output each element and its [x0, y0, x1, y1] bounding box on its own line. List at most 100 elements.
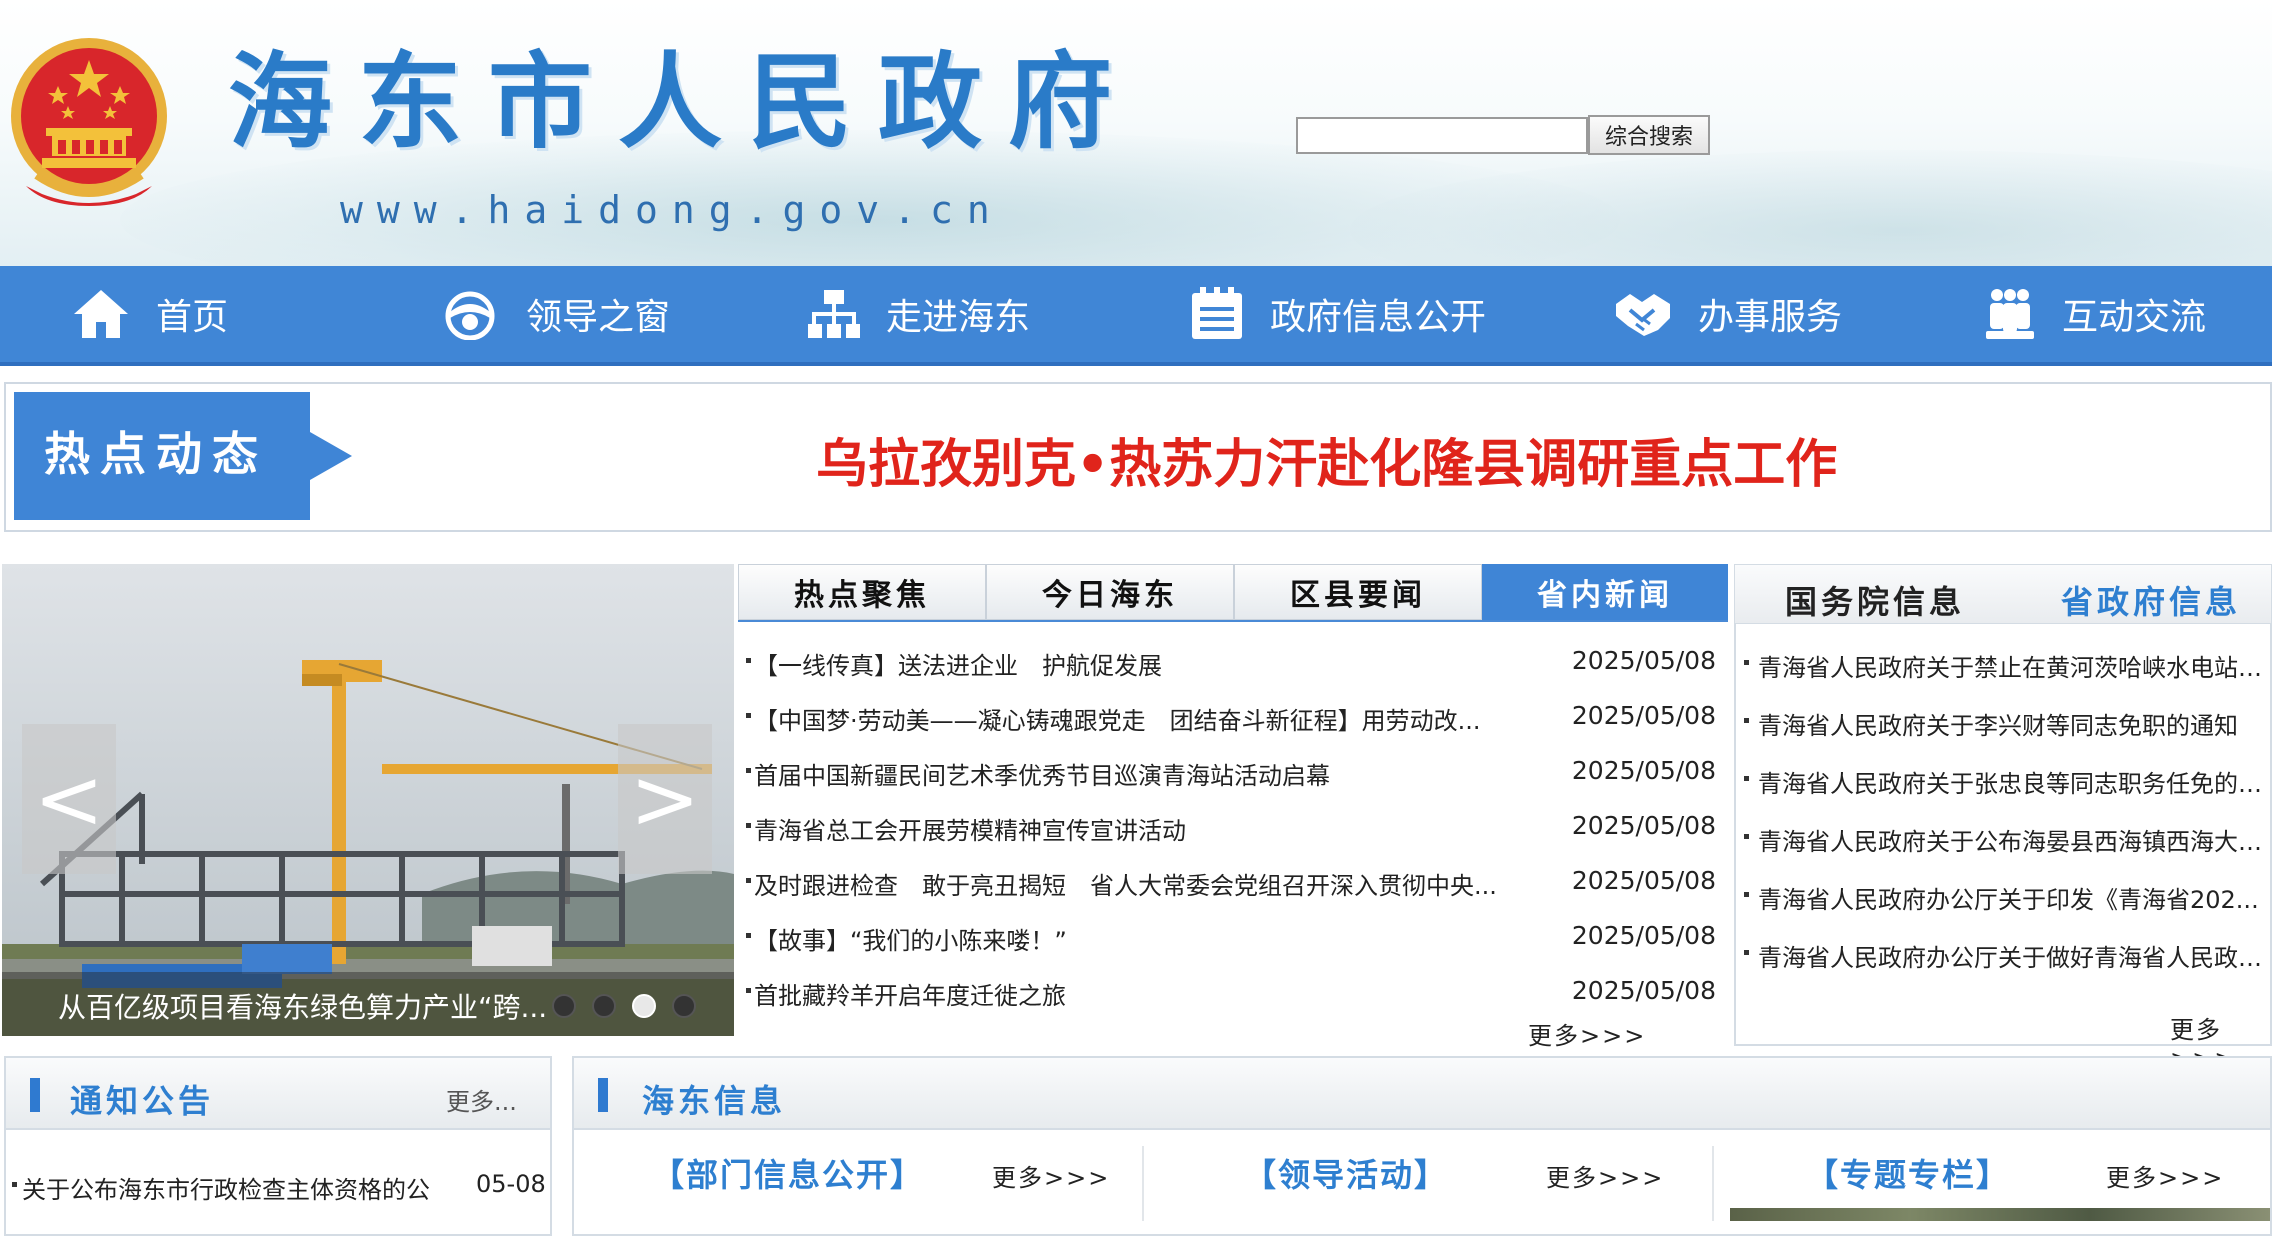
bullet-icon — [1744, 950, 1749, 955]
news-date: 2025/05/08 — [1571, 756, 1716, 785]
tab-provincial-gov[interactable]: 省政府信息 — [2061, 577, 2241, 623]
handshake-icon — [1616, 294, 1670, 336]
list-item[interactable]: 青海省人民政府关于张忠良等同志职务任免的通... — [1742, 756, 2262, 814]
news-item[interactable]: 【中国梦·劳动美——凝心铸魂跟党走 团结奋斗新征程】用劳动改... 2025/0… — [744, 691, 1724, 746]
bullet-icon — [12, 1182, 17, 1187]
site-header: 海东市人民政府 www.haidong.gov.cn 综合搜索 — [0, 0, 2272, 266]
nav-item-about[interactable]: 走进海东 — [808, 266, 1030, 362]
column-divider — [1712, 1146, 1714, 1221]
hot-headline-link[interactable]: 乌拉孜别克•热苏力汗赴化隆县调研重点工作 — [816, 422, 1837, 497]
news-more-link[interactable]: 更多>>> — [1528, 1016, 1646, 1051]
column-more-link[interactable]: 更多>>> — [1546, 1158, 1664, 1193]
news-date: 2025/05/08 — [1571, 866, 1716, 895]
list-item[interactable]: 青海省人民政府办公厅关于印发《青海省202... — [1742, 872, 2262, 930]
list-item[interactable]: 青海省人民政府办公厅关于做好青海省人民政府... — [1742, 930, 2262, 988]
carousel-dots — [552, 994, 696, 1018]
haidong-info-header — [572, 1056, 2272, 1130]
nav-item-label: 领导之窗 — [526, 297, 671, 338]
carousel-dot[interactable] — [552, 994, 576, 1018]
news-item[interactable]: 首届中国新疆民间艺术季优秀节目巡演青海站活动启幕 2025/05/08 — [744, 746, 1724, 801]
news-item[interactable]: 【一线传真】送法进企业 护航促发展 2025/05/08 — [744, 636, 1724, 691]
list-item[interactable]: 青海省人民政府关于禁止在黄河茨哈峡水电站工... — [1742, 640, 2262, 698]
carousel-dot[interactable] — [592, 994, 616, 1018]
news-title[interactable]: 【中国梦·劳动美——凝心铸魂跟党走 团结奋斗新征程】用劳动改... — [754, 701, 1514, 736]
nav-item-services[interactable]: 办事服务 — [1614, 266, 1842, 362]
list-item[interactable]: 青海省人民政府关于李兴财等同志免职的通知 — [1742, 698, 2262, 756]
gov-info-title[interactable]: 青海省人民政府办公厅关于做好青海省人民政府... — [1758, 938, 2262, 973]
news-title[interactable]: 首届中国新疆民间艺术季优秀节目巡演青海站活动启幕 — [754, 756, 1514, 791]
nav-item-label: 首页 — [156, 297, 229, 338]
bullet-icon — [1744, 892, 1749, 897]
gov-info-title[interactable]: 青海省人民政府关于禁止在黄河茨哈峡水电站工... — [1758, 648, 2262, 683]
column-title-special-topics[interactable]: 【专题专栏】 — [1806, 1150, 2010, 1196]
bullet-icon — [1744, 834, 1749, 839]
bullet-icon — [746, 823, 751, 828]
news-title[interactable]: 青海省总工会开展劳模精神宣传宣讲活动 — [754, 811, 1514, 846]
news-item[interactable]: 【故事】“我们的小陈来喽！” 2025/05/08 — [744, 911, 1724, 966]
document-icon — [1192, 287, 1242, 339]
column-more-link[interactable]: 更多>>> — [992, 1158, 1110, 1193]
news-title[interactable]: 首批藏羚羊开启年度迁徙之旅 — [754, 976, 1514, 1011]
carousel-dot[interactable] — [672, 994, 696, 1018]
carousel-caption-bar: 从百亿级项目看海东绿色算力产业“跨... — [2, 972, 734, 1036]
column-title-leader-activity[interactable]: 【领导活动】 — [1244, 1150, 1448, 1196]
news-item[interactable]: 首批藏羚羊开启年度迁徙之旅 2025/05/08 — [744, 966, 1724, 1021]
gov-info-title[interactable]: 青海省人民政府关于李兴财等同志免职的通知 — [1758, 706, 2262, 741]
nav-item-label: 政府信息公开 — [1270, 297, 1487, 338]
nav-item-gov-info[interactable]: 政府信息公开 — [1190, 266, 1486, 362]
news-tabs: 热点聚焦 今日海东 区县要闻 省内新闻 — [738, 564, 1728, 622]
bullet-icon — [746, 713, 751, 718]
news-item[interactable]: 及时跟进检查 敢于亮丑揭短 省人大常委会党组召开深入贯彻中央... 2025/0… — [744, 856, 1724, 911]
tab-state-council[interactable]: 国务院信息 — [1785, 577, 1965, 623]
list-item[interactable]: 青海省人民政府关于公布海晏县西海镇西海大街... — [1742, 814, 2262, 872]
gov-info-list: 青海省人民政府关于禁止在黄河茨哈峡水电站工... 青海省人民政府关于李兴财等同志… — [1742, 640, 2262, 988]
site-title: 海东市人民政府 — [228, 40, 1139, 163]
notice-item-date: 05-08 — [476, 1170, 546, 1198]
news-date: 2025/05/08 — [1571, 646, 1716, 675]
carousel-dot-active[interactable] — [632, 994, 656, 1018]
tab-hot-focus[interactable]: 热点聚焦 — [738, 564, 986, 620]
search-input[interactable] — [1296, 117, 1588, 154]
nav-item-home[interactable]: 首页 — [72, 266, 228, 362]
bullet-icon — [746, 933, 751, 938]
search-button[interactable]: 综合搜索 — [1588, 115, 1710, 155]
nav-item-leaders[interactable]: 领导之窗 — [440, 266, 670, 362]
nav-item-label: 走进海东 — [886, 297, 1031, 338]
bullet-icon — [746, 658, 751, 663]
news-title[interactable]: 及时跟进检查 敢于亮丑揭短 省人大常委会党组召开深入贯彻中央... — [754, 866, 1514, 901]
gov-info-title[interactable]: 青海省人民政府关于公布海晏县西海镇西海大街... — [1758, 822, 2262, 857]
people-icon — [1986, 289, 2034, 339]
gov-info-title[interactable]: 青海省人民政府关于张忠良等同志职务任免的通... — [1758, 764, 2262, 799]
bullet-icon — [746, 768, 751, 773]
column-more-link[interactable]: 更多>>> — [2106, 1158, 2224, 1193]
special-topic-image[interactable] — [1730, 1208, 2270, 1221]
tab-province-news[interactable]: 省内新闻 — [1482, 564, 1728, 620]
news-item[interactable]: 青海省总工会开展劳模精神宣传宣讲活动 2025/05/08 — [744, 801, 1724, 856]
photo-carousel: < > 从百亿级项目看海东绿色算力产业“跨... — [2, 564, 734, 1036]
nav-item-label: 办事服务 — [1698, 297, 1843, 338]
news-date: 2025/05/08 — [1571, 976, 1716, 1005]
header-background-mountain — [1350, 150, 2272, 266]
tab-today-haidong[interactable]: 今日海东 — [986, 564, 1234, 620]
tab-county-news[interactable]: 区县要闻 — [1234, 564, 1482, 620]
gov-info-title[interactable]: 青海省人民政府办公厅关于印发《青海省202... — [1758, 880, 2262, 915]
bullet-icon — [1744, 718, 1749, 723]
carousel-caption[interactable]: 从百亿级项目看海东绿色算力产业“跨... — [58, 986, 558, 1026]
news-title[interactable]: 【一线传真】送法进企业 护航促发展 — [754, 646, 1514, 681]
bullet-icon — [1744, 660, 1749, 665]
hot-news-bar: 热点动态 乌拉孜别克•热苏力汗赴化隆县调研重点工作 — [4, 382, 2272, 532]
notice-title: 通知公告 — [70, 1082, 215, 1120]
bullet-icon — [1744, 776, 1749, 781]
news-title[interactable]: 【故事】“我们的小陈来喽！” — [754, 921, 1514, 956]
nav-item-interaction[interactable]: 互动交流 — [1984, 266, 2206, 362]
section-marker-icon — [30, 1078, 40, 1112]
column-title-dept-info[interactable]: 【部门信息公开】 — [652, 1150, 924, 1196]
org-chart-icon — [808, 290, 860, 338]
section-marker-icon — [598, 1078, 608, 1112]
column-divider — [1142, 1146, 1144, 1221]
carousel-next-button[interactable]: > — [618, 724, 712, 874]
carousel-prev-button[interactable]: < — [22, 724, 116, 874]
gov-info-tabs: 国务院信息 省政府信息 — [1734, 564, 2272, 624]
notice-more-link[interactable]: 更多... — [446, 1082, 517, 1117]
notice-item-title[interactable]: 关于公布海东市行政检查主体资格的公... — [22, 1170, 432, 1205]
